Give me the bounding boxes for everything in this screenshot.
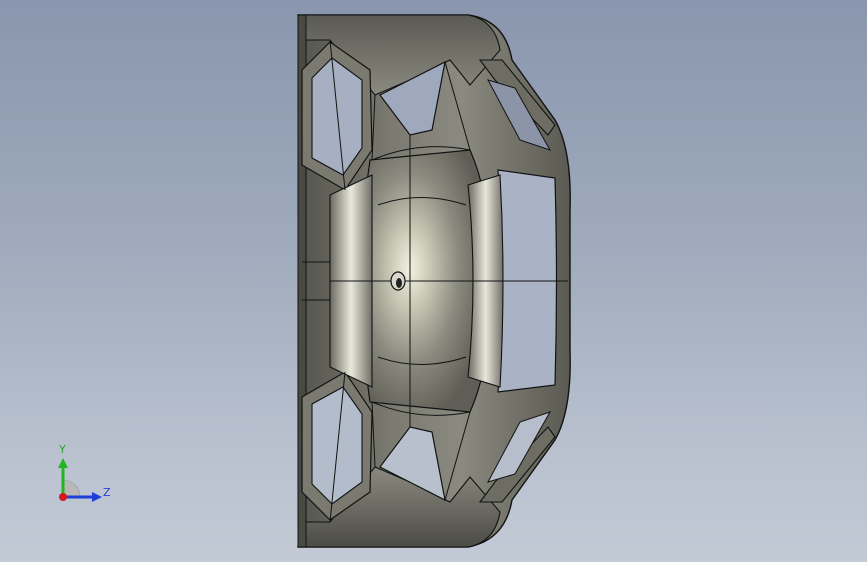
hex-opening-bottom-left [311, 386, 363, 505]
x-axis-dot [59, 493, 67, 501]
y-axis-arrow [58, 458, 68, 468]
graphics-viewport[interactable]: Y Z [0, 0, 867, 562]
z-axis-arrow [92, 492, 102, 502]
z-axis-label: Z [103, 486, 111, 499]
center-hole-inner [396, 278, 402, 288]
car-body-shell-model[interactable] [0, 0, 867, 562]
y-axis-label: Y [59, 443, 66, 456]
reference-triad: Y Z [48, 440, 118, 510]
hex-opening-top-left [311, 57, 363, 176]
